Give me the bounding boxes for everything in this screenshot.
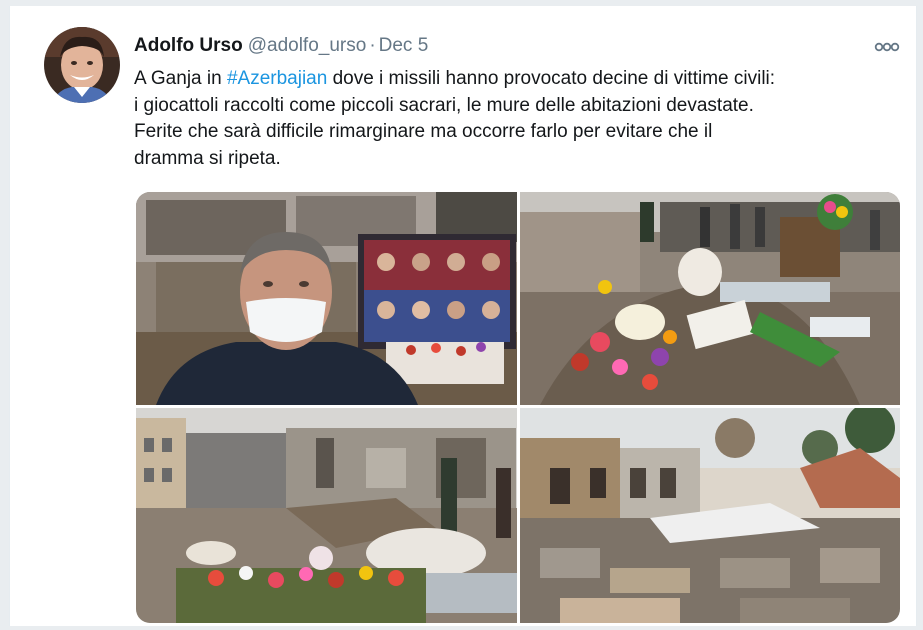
- tweet-header: Adolfo Urso @adolfo_urso · Dec 5: [134, 34, 428, 60]
- header-separator: ·: [369, 35, 376, 56]
- text-segment: dove i missili hanno provocato decine di…: [327, 68, 776, 89]
- tweet-date[interactable]: Dec 5: [379, 35, 429, 56]
- avatar[interactable]: [44, 27, 120, 103]
- more-options-icon[interactable]: [874, 40, 900, 52]
- media-photo-3[interactable]: [136, 408, 517, 623]
- media-grid: [136, 192, 900, 623]
- tweet-text: A Ganja in #Azerbajian dove i missili ha…: [134, 66, 904, 172]
- author-display-name[interactable]: Adolfo Urso: [134, 35, 243, 56]
- avatar-image: [44, 27, 120, 103]
- tweet-text-line-1: A Ganja in #Azerbajian dove i missili ha…: [134, 66, 904, 93]
- author-handle[interactable]: @adolfo_urso: [248, 35, 367, 56]
- tweet-card[interactable]: Adolfo Urso @adolfo_urso · Dec 5 A Ganja in…: [9, 6, 917, 626]
- page-background: Adolfo Urso @adolfo_urso · Dec 5 A Ganja in…: [0, 0, 923, 630]
- tweet-text-line-3: Ferite che sarà difficile rimarginare ma…: [134, 121, 713, 142]
- media-photo-4[interactable]: [520, 408, 900, 623]
- hashtag-link[interactable]: #Azerbajian: [227, 68, 327, 89]
- media-photo-2[interactable]: [520, 192, 900, 405]
- tweet-text-line-4: dramma si ripeta.: [134, 147, 281, 169]
- tweet-text-line-2: i giocattoli raccolti come piccoli sacra…: [134, 94, 754, 116]
- media-photo-1[interactable]: [136, 192, 517, 405]
- text-segment: A Ganja in: [134, 68, 227, 89]
